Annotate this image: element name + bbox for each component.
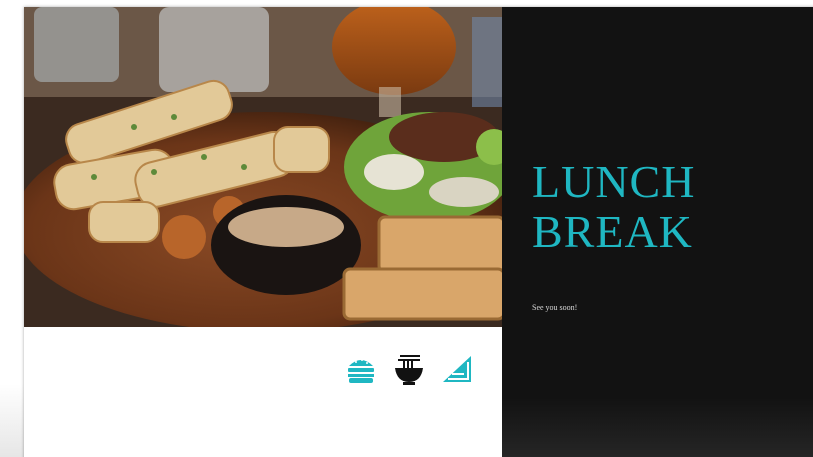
slide[interactable]: LUNCH BREAK See you soon! — [24, 7, 813, 457]
food-photo — [24, 7, 502, 327]
burger-icon — [344, 352, 378, 386]
sandwich-icon — [440, 352, 474, 386]
food-photo-drawing — [24, 7, 502, 327]
noodle-bowl-icon — [392, 352, 426, 386]
slide-subtitle[interactable]: See you soon! — [532, 303, 577, 312]
presentation-stage: LUNCH BREAK See you soon! — [0, 0, 813, 457]
slide-title[interactable]: LUNCH BREAK — [532, 157, 695, 257]
panel-fade — [502, 397, 813, 457]
food-icon-row — [344, 352, 484, 388]
